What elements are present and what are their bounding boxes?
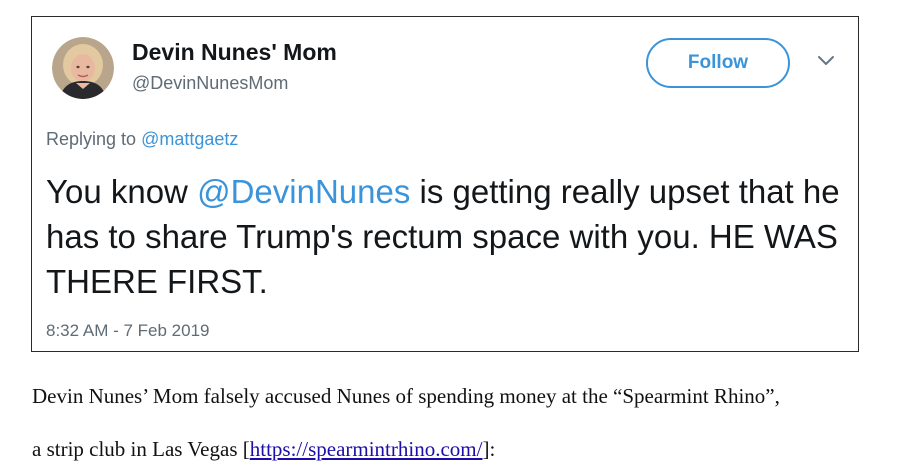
caption-line-1: Devin Nunes’ Mom falsely accused Nunes o…	[32, 384, 780, 408]
reply-prefix: Replying to	[46, 129, 137, 149]
chevron-down-icon[interactable]	[817, 55, 835, 67]
caption-text-after-link: ]:	[482, 437, 496, 461]
avatar[interactable]	[52, 37, 114, 99]
mention-link[interactable]: @DevinNunes	[197, 173, 410, 210]
tweet-text-before-mention: You know	[46, 173, 188, 210]
display-name[interactable]: Devin Nunes' Mom	[132, 39, 337, 66]
follow-button[interactable]: Follow	[646, 38, 790, 88]
reply-context: Replying to @mattgaetz	[46, 129, 238, 150]
reply-to-link[interactable]: @mattgaetz	[141, 129, 238, 149]
tweet-text: You know @DevinNunes is getting really u…	[46, 169, 846, 304]
caption-text-before-link: a strip club in Las Vegas [	[32, 437, 250, 461]
caption-line-2: a strip club in Las Vegas [https://spear…	[32, 437, 495, 462]
spearmint-rhino-link[interactable]: https://spearmintrhino.com/	[250, 437, 483, 461]
timestamp[interactable]: 8:32 AM - 7 Feb 2019	[46, 321, 210, 341]
tweet-card: Devin Nunes' Mom @DevinNunesMom Follow R…	[31, 16, 859, 352]
avatar-image	[52, 37, 114, 99]
user-handle[interactable]: @DevinNunesMom	[132, 73, 288, 94]
